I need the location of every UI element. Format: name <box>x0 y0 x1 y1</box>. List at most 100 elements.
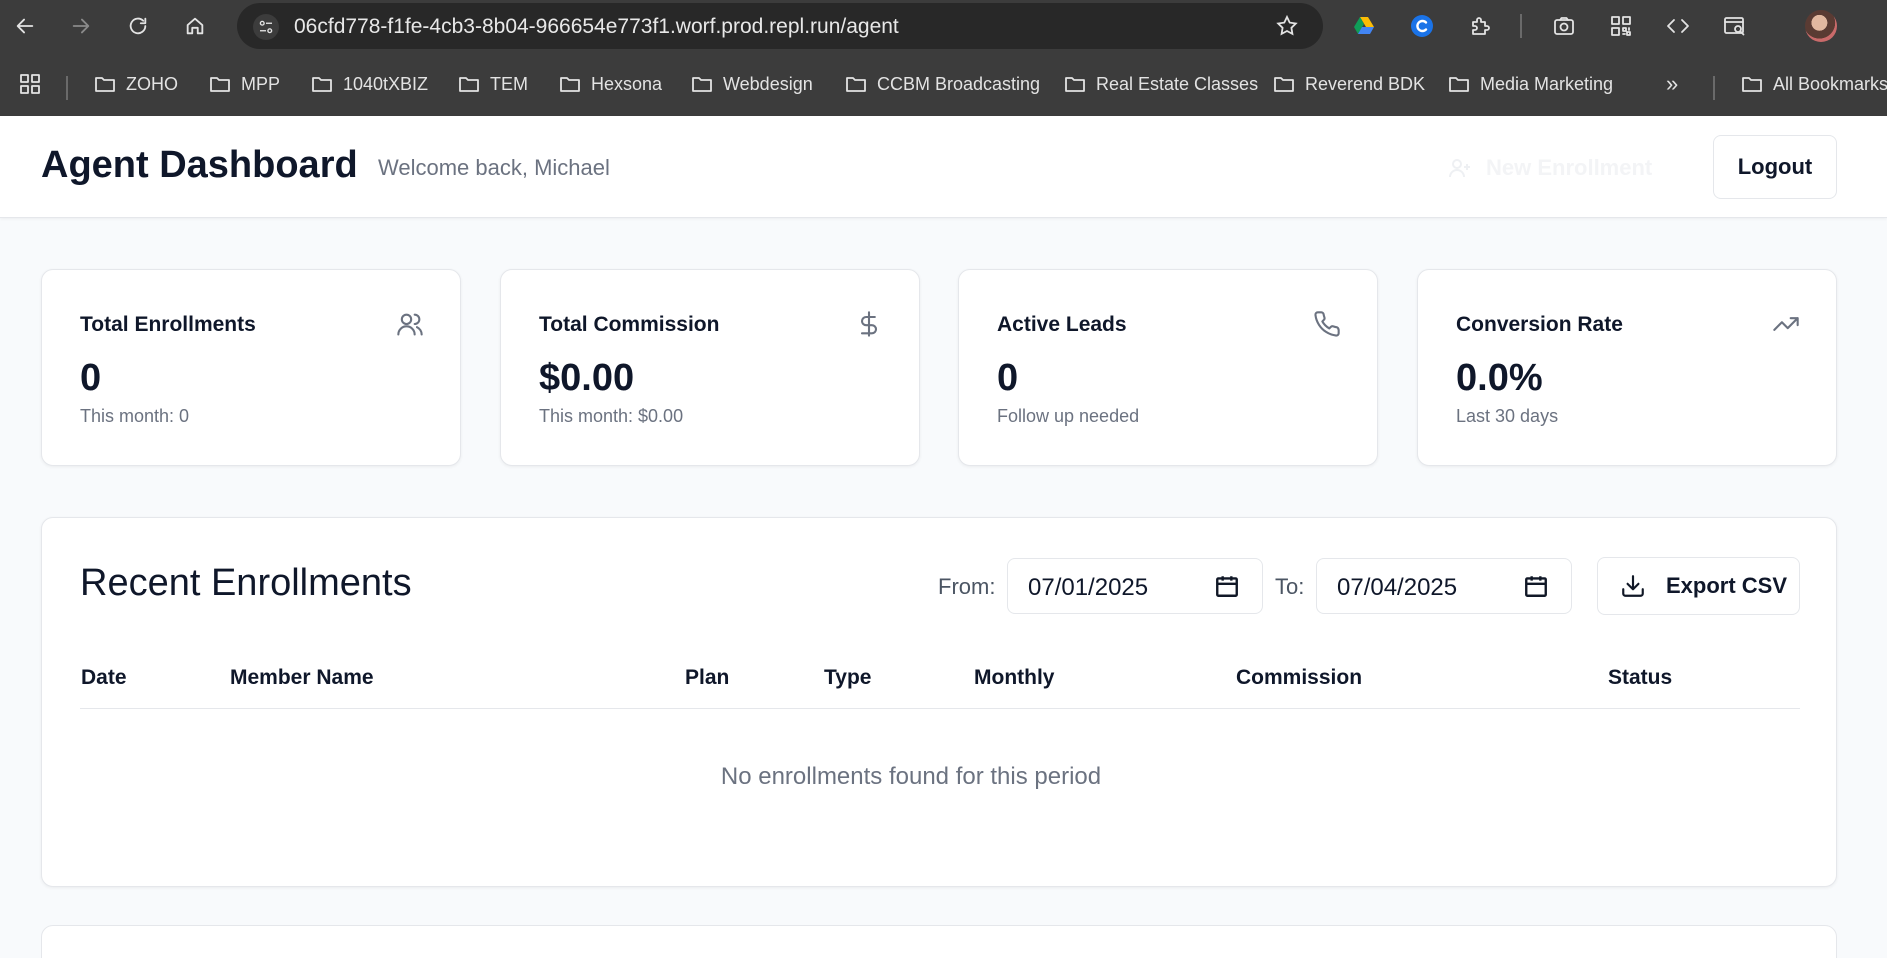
folder-icon <box>95 77 115 92</box>
address-bar[interactable]: 06cfd778-f1fe-4cb3-8b04-966654e773f1.wor… <box>237 3 1323 49</box>
bookmark-label: MPP <box>241 73 281 94</box>
url-text[interactable]: 06cfd778-f1fe-4cb3-8b04-966654e773f1.wor… <box>294 15 899 39</box>
apps-grid-icon[interactable] <box>18 70 42 98</box>
to-date-value: 07/04/2025 <box>1337 574 1458 601</box>
folder-icon <box>459 77 479 92</box>
folder-icon <box>846 77 866 92</box>
bookmark-star-icon[interactable] <box>1275 14 1301 40</box>
folder-icon <box>1274 77 1294 92</box>
column-header-type[interactable]: Type <box>824 666 871 690</box>
forward-button[interactable] <box>65 10 97 42</box>
stat-subtext: Last 30 days <box>1456 406 1559 426</box>
all-bookmarks-folder[interactable]: All Bookmarks <box>1740 70 1887 98</box>
bookmark-folder[interactable]: CCBM Broadcasting <box>844 70 1040 98</box>
home-button[interactable] <box>179 10 211 42</box>
bookmark-folder[interactable]: MPP <box>208 70 280 98</box>
next-panel <box>41 925 1837 958</box>
bookmark-label: 1040tXBIZ <box>343 73 429 94</box>
to-date-input[interactable]: 07/04/2025 <box>1316 558 1572 614</box>
column-header-monthly[interactable]: Monthly <box>974 666 1054 690</box>
from-date-value: 07/01/2025 <box>1028 574 1149 601</box>
folder-icon <box>692 77 712 92</box>
users-icon <box>396 310 424 338</box>
bookmark-label: Hexsona <box>591 73 663 94</box>
from-date-input[interactable]: 07/01/2025 <box>1007 558 1263 614</box>
phone-icon <box>1313 310 1341 338</box>
bookmark-label: Media Marketing <box>1480 73 1614 94</box>
download-icon <box>1622 575 1644 597</box>
calendar-icon[interactable] <box>1523 573 1549 599</box>
export-csv-button[interactable]: Export CSV <box>1597 557 1800 615</box>
column-header-date[interactable]: Date <box>81 666 127 690</box>
google-drive-icon[interactable] <box>1350 12 1378 40</box>
devtools-code-icon[interactable] <box>1664 12 1692 40</box>
extensions-puzzle-icon[interactable] <box>1466 12 1494 40</box>
extension-c-icon[interactable] <box>1408 12 1436 40</box>
column-header-status[interactable]: Status <box>1608 666 1672 690</box>
folder-icon <box>312 77 332 92</box>
folder-icon <box>560 77 580 92</box>
page-title: Agent Dashboard <box>41 144 358 186</box>
bookmark-label: TEM <box>490 73 528 94</box>
browser-chrome: 06cfd778-f1fe-4cb3-8b04-966654e773f1.wor… <box>0 0 1887 116</box>
folder-icon <box>1449 77 1469 92</box>
bookmark-label: Reverend BDK <box>1305 73 1426 94</box>
site-info-icon[interactable] <box>253 14 279 40</box>
new-enrollment-button[interactable]: New Enrollment <box>1448 148 1652 188</box>
stat-value: $0.00 <box>539 357 635 399</box>
bookmark-folder[interactable]: Reverend BDK <box>1272 70 1425 98</box>
new-enrollment-label: New Enrollment <box>1486 155 1653 180</box>
bookmark-label: Real Estate Classes <box>1096 73 1259 94</box>
trending-up-icon <box>1772 310 1800 338</box>
calendar-icon[interactable] <box>1214 573 1240 599</box>
stat-label: Active Leads <box>997 313 1127 336</box>
chevron-double-right-icon: » <box>1666 71 1679 96</box>
user-plus-icon <box>1449 159 1470 178</box>
folder-icon <box>210 77 230 92</box>
bookmarks-divider <box>1713 76 1715 100</box>
bookmarks-bar: ZOHO MPP 1040tXBIZ TEM Hexsona Webdesign… <box>0 64 1887 104</box>
welcome-text: Welcome back, Michael <box>378 155 610 180</box>
stat-card-total-enrollments: Total Enrollments 0 This month: 0 <box>41 269 461 466</box>
bookmark-folder[interactable]: 1040tXBIZ <box>310 70 428 98</box>
bookmark-folder[interactable]: Hexsona <box>558 70 662 98</box>
bookmark-folder[interactable]: Real Estate Classes <box>1063 70 1258 98</box>
arrow-left-icon <box>16 18 34 34</box>
stat-label: Total Commission <box>539 313 720 336</box>
stat-label: Conversion Rate <box>1456 313 1623 336</box>
stat-subtext: This month: $0.00 <box>539 406 684 426</box>
column-header-member-name[interactable]: Member Name <box>230 666 374 690</box>
logout-button[interactable]: Logout <box>1713 135 1837 199</box>
stat-card-active-leads: Active Leads 0 Follow up needed <box>958 269 1378 466</box>
stat-value: 0 <box>997 357 1019 399</box>
stat-card-total-commission: Total Commission $0.00 This month: $0.00 <box>500 269 920 466</box>
bookmark-label: CCBM Broadcasting <box>877 73 1041 94</box>
bookmark-folder[interactable]: Webdesign <box>690 70 813 98</box>
folder-icon <box>1742 77 1762 92</box>
dollar-icon <box>855 310 883 338</box>
export-csv-label: Export CSV <box>1666 573 1788 598</box>
recent-enrollments-panel: Recent Enrollments From: 07/01/2025 To: … <box>41 517 1837 887</box>
reload-button[interactable] <box>122 10 154 42</box>
bookmarks-divider <box>66 76 68 100</box>
bookmark-label: Webdesign <box>723 73 813 94</box>
arrow-right-icon <box>72 18 90 34</box>
bookmark-folder[interactable]: TEM <box>457 70 528 98</box>
back-button[interactable] <box>9 10 41 42</box>
bookmark-label: All Bookmarks <box>1773 73 1887 94</box>
bookmark-label: ZOHO <box>126 73 178 94</box>
column-header-plan[interactable]: Plan <box>685 666 729 690</box>
section-title: Recent Enrollments <box>80 562 412 604</box>
screenshot-icon[interactable] <box>1550 12 1578 40</box>
tab-search-icon[interactable] <box>1721 12 1749 40</box>
qr-code-icon[interactable] <box>1607 12 1635 40</box>
stat-subtext: Follow up needed <box>997 406 1140 426</box>
column-header-commission[interactable]: Commission <box>1236 666 1362 690</box>
folder-icon <box>1065 77 1085 92</box>
profile-avatar[interactable] <box>1805 10 1837 42</box>
bookmark-folder[interactable]: ZOHO <box>93 70 178 98</box>
more-bookmarks-button[interactable]: » <box>1666 70 1678 98</box>
bookmark-folder[interactable]: Media Marketing <box>1447 70 1613 98</box>
to-label: To: <box>1275 574 1305 599</box>
toolbar-divider <box>1520 14 1522 38</box>
